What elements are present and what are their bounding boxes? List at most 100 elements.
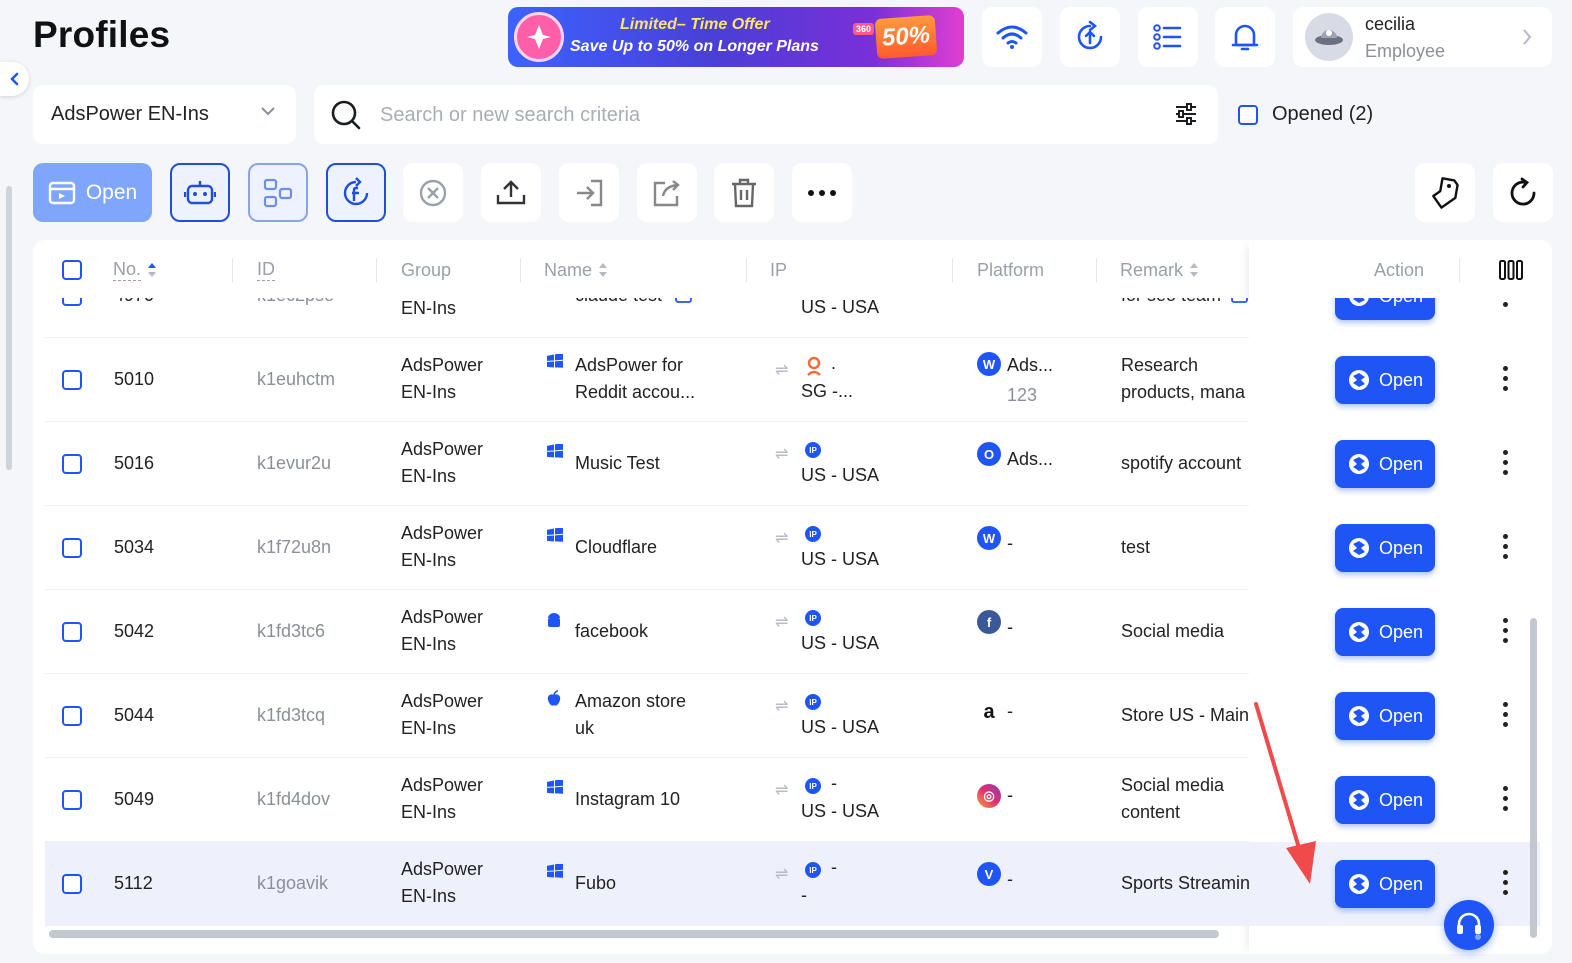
share-button[interactable] bbox=[637, 163, 697, 222]
profile-remark[interactable]: Social media content bbox=[1121, 772, 1251, 826]
profile-remark[interactable]: Social media bbox=[1121, 618, 1251, 645]
promo-discount-badge: 50% bbox=[874, 14, 938, 60]
profile-id[interactable]: k1fd3tc6 bbox=[257, 618, 325, 645]
opened-filter-checkbox[interactable] bbox=[1238, 105, 1258, 125]
profile-name[interactable]: Instagram 10 bbox=[575, 786, 680, 813]
network-button[interactable] bbox=[982, 7, 1042, 67]
platform-name: - bbox=[1007, 533, 1013, 553]
row-checkbox[interactable] bbox=[62, 706, 82, 726]
browser-window-icon bbox=[48, 181, 76, 204]
profile-id[interactable]: k1f72u8n bbox=[257, 534, 331, 561]
filter-settings-icon[interactable] bbox=[1174, 103, 1198, 125]
select-all-checkbox[interactable] bbox=[62, 260, 82, 280]
support-chat-button[interactable] bbox=[1444, 900, 1494, 950]
profile-name[interactable]: Fubo bbox=[575, 870, 616, 897]
chrome-icon bbox=[1347, 620, 1371, 644]
profile-name[interactable]: facebook bbox=[575, 618, 648, 645]
column-settings-icon[interactable] bbox=[1499, 260, 1523, 280]
row-checkbox[interactable] bbox=[62, 454, 82, 474]
more-actions-button[interactable] bbox=[792, 163, 852, 222]
row-more-button[interactable] bbox=[1501, 870, 1509, 895]
delete-button[interactable] bbox=[714, 163, 774, 222]
close-profiles-button[interactable] bbox=[403, 163, 463, 222]
row-more-button[interactable] bbox=[1501, 450, 1509, 475]
open-profile-button[interactable]: Open bbox=[1335, 356, 1435, 404]
open-profiles-button[interactable]: Open bbox=[33, 163, 152, 222]
profile-id[interactable]: k1fd3tcq bbox=[257, 702, 325, 729]
row-more-button[interactable] bbox=[1501, 702, 1509, 727]
platform-account: 123 bbox=[1007, 385, 1038, 405]
column-header-name[interactable]: Name bbox=[544, 258, 608, 282]
profile-id[interactable]: k1fd4dov bbox=[257, 786, 330, 813]
column-header-remark[interactable]: Remark bbox=[1120, 258, 1199, 282]
profile-name[interactable]: Cloudflare bbox=[575, 534, 657, 561]
row-checkbox[interactable] bbox=[62, 874, 82, 894]
open-profile-button[interactable]: Open bbox=[1335, 692, 1435, 740]
row-more-button[interactable] bbox=[1501, 534, 1509, 559]
window-sync-button[interactable] bbox=[248, 163, 308, 222]
open-profile-button[interactable]: Open bbox=[1335, 776, 1435, 824]
open-profile-button[interactable]: Open bbox=[1335, 608, 1435, 656]
column-header-no[interactable]: No. bbox=[113, 258, 157, 282]
profile-name[interactable]: AdsPower for Reddit accou... bbox=[575, 352, 695, 406]
row-checkbox[interactable] bbox=[62, 298, 82, 306]
column-separator bbox=[1096, 258, 1097, 282]
row-more-button[interactable] bbox=[1501, 366, 1509, 391]
facebook-sync-button[interactable] bbox=[326, 163, 386, 222]
profile-id[interactable]: k1euhctm bbox=[257, 366, 335, 393]
group-select[interactable]: AdsPower EN-Ins bbox=[33, 85, 296, 144]
promo-banner[interactable]: Limited– Time Offer Save Up to 50% on Lo… bbox=[508, 7, 964, 67]
sync-button[interactable] bbox=[1060, 7, 1120, 67]
chrome-icon bbox=[1347, 452, 1371, 476]
rpa-button[interactable] bbox=[170, 163, 230, 222]
horizontal-scrollbar[interactable] bbox=[49, 930, 1219, 938]
refresh-button[interactable] bbox=[1493, 163, 1553, 222]
sidebar-collapse-button[interactable] bbox=[0, 62, 29, 96]
task-list-button[interactable] bbox=[1138, 7, 1198, 67]
user-name: cecilia bbox=[1365, 14, 1416, 34]
table-row[interactable]: 5010 k1euhctm AdsPower EN-Ins AdsPower for Re… bbox=[45, 338, 1540, 422]
open-profile-button[interactable]: Open bbox=[1335, 860, 1435, 908]
profile-remark[interactable]: test bbox=[1121, 534, 1251, 561]
row-checkbox[interactable] bbox=[62, 370, 82, 390]
column-header-action: Action bbox=[1374, 259, 1425, 280]
user-menu[interactable]: cecilia Employee bbox=[1293, 7, 1552, 67]
search-input[interactable] bbox=[380, 99, 1140, 131]
row-checkbox[interactable] bbox=[62, 790, 82, 810]
profile-remark[interactable]: Sports Streamin bbox=[1121, 870, 1251, 897]
profile-id[interactable]: k1ec2pse bbox=[257, 298, 334, 309]
share-icon bbox=[653, 179, 680, 206]
swap-arrows-icon: ⇌ bbox=[775, 866, 789, 883]
profile-remark[interactable]: spotify account bbox=[1121, 450, 1251, 477]
open-profile-button[interactable]: Open bbox=[1335, 440, 1435, 488]
table-row[interactable]: 5042 k1fd3tc6 AdsPower EN-Ins facebook ⇌ IP US … bbox=[45, 590, 1540, 674]
profile-name[interactable]: Amazon store uk bbox=[575, 688, 686, 742]
row-more-button[interactable] bbox=[1501, 298, 1509, 307]
row-more-button[interactable] bbox=[1501, 786, 1509, 811]
import-button[interactable] bbox=[559, 163, 619, 222]
profile-remark[interactable]: Research products, mana bbox=[1121, 352, 1251, 406]
row-more-button[interactable] bbox=[1501, 618, 1509, 643]
edit-icon[interactable] bbox=[675, 298, 695, 304]
profile-id[interactable]: k1evur2u bbox=[257, 450, 331, 477]
search-box[interactable] bbox=[314, 85, 1218, 144]
upload-button[interactable] bbox=[481, 163, 541, 222]
vertical-scrollbar[interactable] bbox=[1530, 618, 1537, 938]
sidebar-scrollbar[interactable] bbox=[6, 186, 12, 470]
tag-button[interactable] bbox=[1415, 163, 1475, 222]
ip-location: US - USA bbox=[801, 633, 880, 653]
profile-name[interactable]: claude test bbox=[575, 298, 662, 309]
open-profile-button[interactable]: Open bbox=[1335, 298, 1435, 320]
table-row[interactable]: 5034 k1f72u8n AdsPower EN-Ins Cloudflare ⇌ IP U… bbox=[45, 506, 1540, 590]
profile-id[interactable]: k1goavik bbox=[257, 870, 328, 897]
profile-name[interactable]: Music Test bbox=[575, 450, 660, 477]
edit-icon[interactable] bbox=[1231, 298, 1251, 304]
table-row[interactable]: 4970k1ec2pseAdsPowerEN-Insclaude test⇌10… bbox=[45, 298, 1540, 338]
row-checkbox[interactable] bbox=[62, 538, 82, 558]
profile-remark[interactable]: Store US - Main bbox=[1121, 702, 1251, 729]
chrome-icon bbox=[1347, 368, 1371, 392]
row-checkbox[interactable] bbox=[62, 622, 82, 642]
table-row[interactable]: 5016 k1evur2u AdsPower EN-Ins Music Test ⇌ IP U… bbox=[45, 422, 1540, 506]
open-profile-button[interactable]: Open bbox=[1335, 524, 1435, 572]
notifications-button[interactable] bbox=[1215, 7, 1275, 67]
